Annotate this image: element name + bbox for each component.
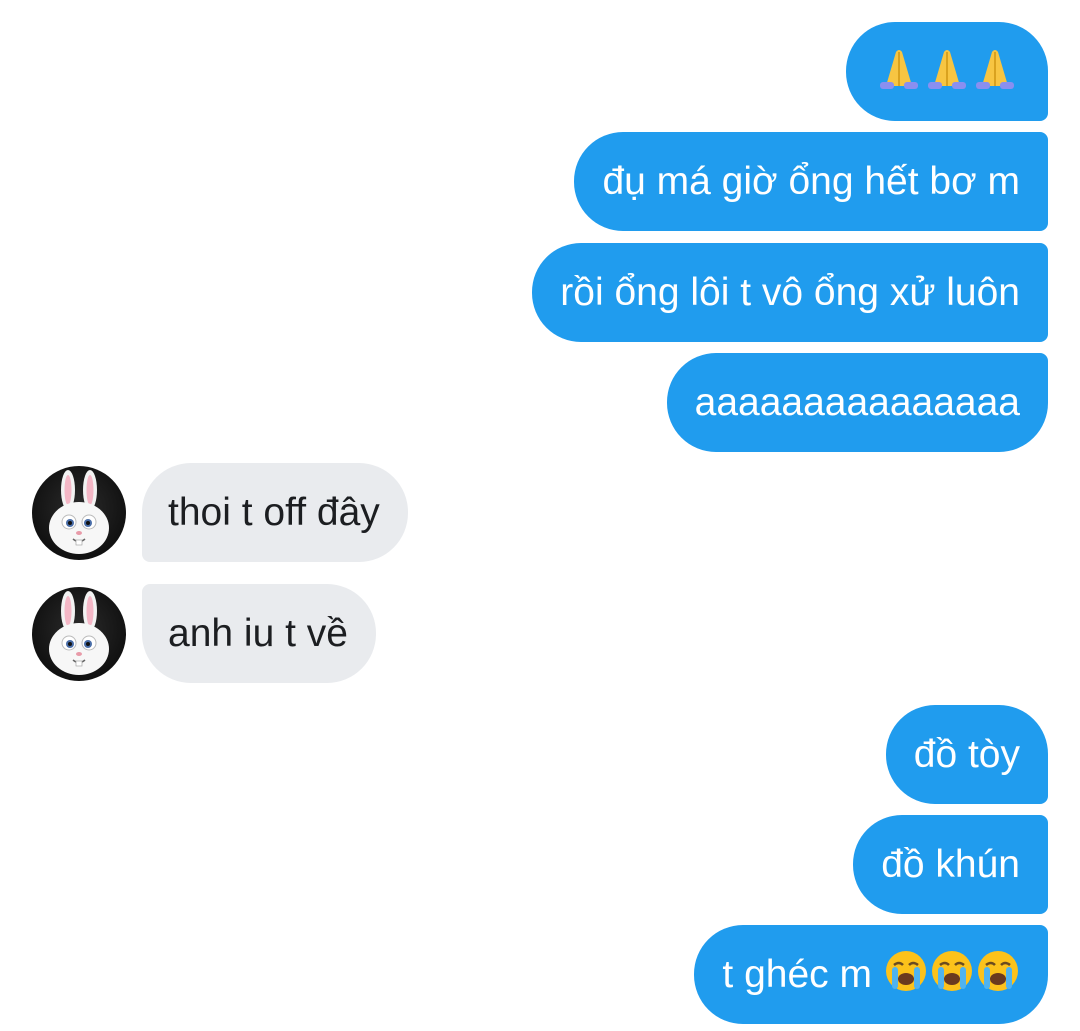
bunny-avatar[interactable] (32, 586, 126, 681)
sent-message-bubble[interactable]: đụ má giờ ổng hết bơ m (574, 132, 1048, 231)
loudly-crying-face-icon (976, 949, 1020, 1000)
message-text: đồ tòy (913, 733, 1020, 776)
message-row: đụ má giờ ổng hết bơ m (574, 132, 1048, 231)
message-text: anh iu t về (168, 612, 348, 655)
message-row: aaaaaaaaaaaaaaa (666, 353, 1048, 452)
folded-hands-icon (972, 46, 1018, 97)
sent-message-bubble[interactable]: đồ khún (853, 815, 1048, 914)
message-row: anh iu t về (32, 584, 376, 683)
message-text: t ghéc m (722, 953, 872, 996)
received-message-bubble[interactable]: anh iu t về (142, 584, 376, 683)
loudly-crying-face-icon (930, 949, 974, 1000)
bunny-avatar[interactable] (32, 465, 126, 560)
message-text: aaaaaaaaaaaaaaa (694, 381, 1020, 424)
sent-message-bubble[interactable] (846, 22, 1048, 121)
message-text: rồi ổng lôi t vô ổng xử luôn (560, 271, 1020, 314)
message-row: thoi t off đây (32, 463, 408, 562)
received-message-bubble[interactable]: thoi t off đây (142, 463, 408, 562)
message-text: thoi t off đây (168, 491, 380, 534)
chat-thread: đụ má giờ ổng hết bơ m rồi ổng lôi t vô … (0, 0, 1080, 1031)
sent-message-bubble[interactable]: rồi ổng lôi t vô ổng xử luôn (532, 243, 1048, 342)
message-row: đồ khún (853, 815, 1048, 914)
sent-message-bubble[interactable]: t ghéc m (694, 925, 1048, 1024)
sent-message-bubble[interactable]: aaaaaaaaaaaaaaa (666, 353, 1048, 452)
message-text: đụ má giờ ổng hết bơ m (602, 160, 1020, 203)
loudly-crying-face-icon (884, 949, 928, 1000)
folded-hands-icon (876, 46, 922, 97)
folded-hands-icon (924, 46, 970, 97)
message-row: đồ tòy (885, 705, 1048, 804)
message-row (846, 22, 1048, 121)
message-row: rồi ổng lôi t vô ổng xử luôn (532, 243, 1048, 342)
message-text: đồ khún (881, 843, 1020, 886)
message-row: t ghéc m (694, 925, 1048, 1024)
sent-message-bubble[interactable]: đồ tòy (885, 705, 1048, 804)
